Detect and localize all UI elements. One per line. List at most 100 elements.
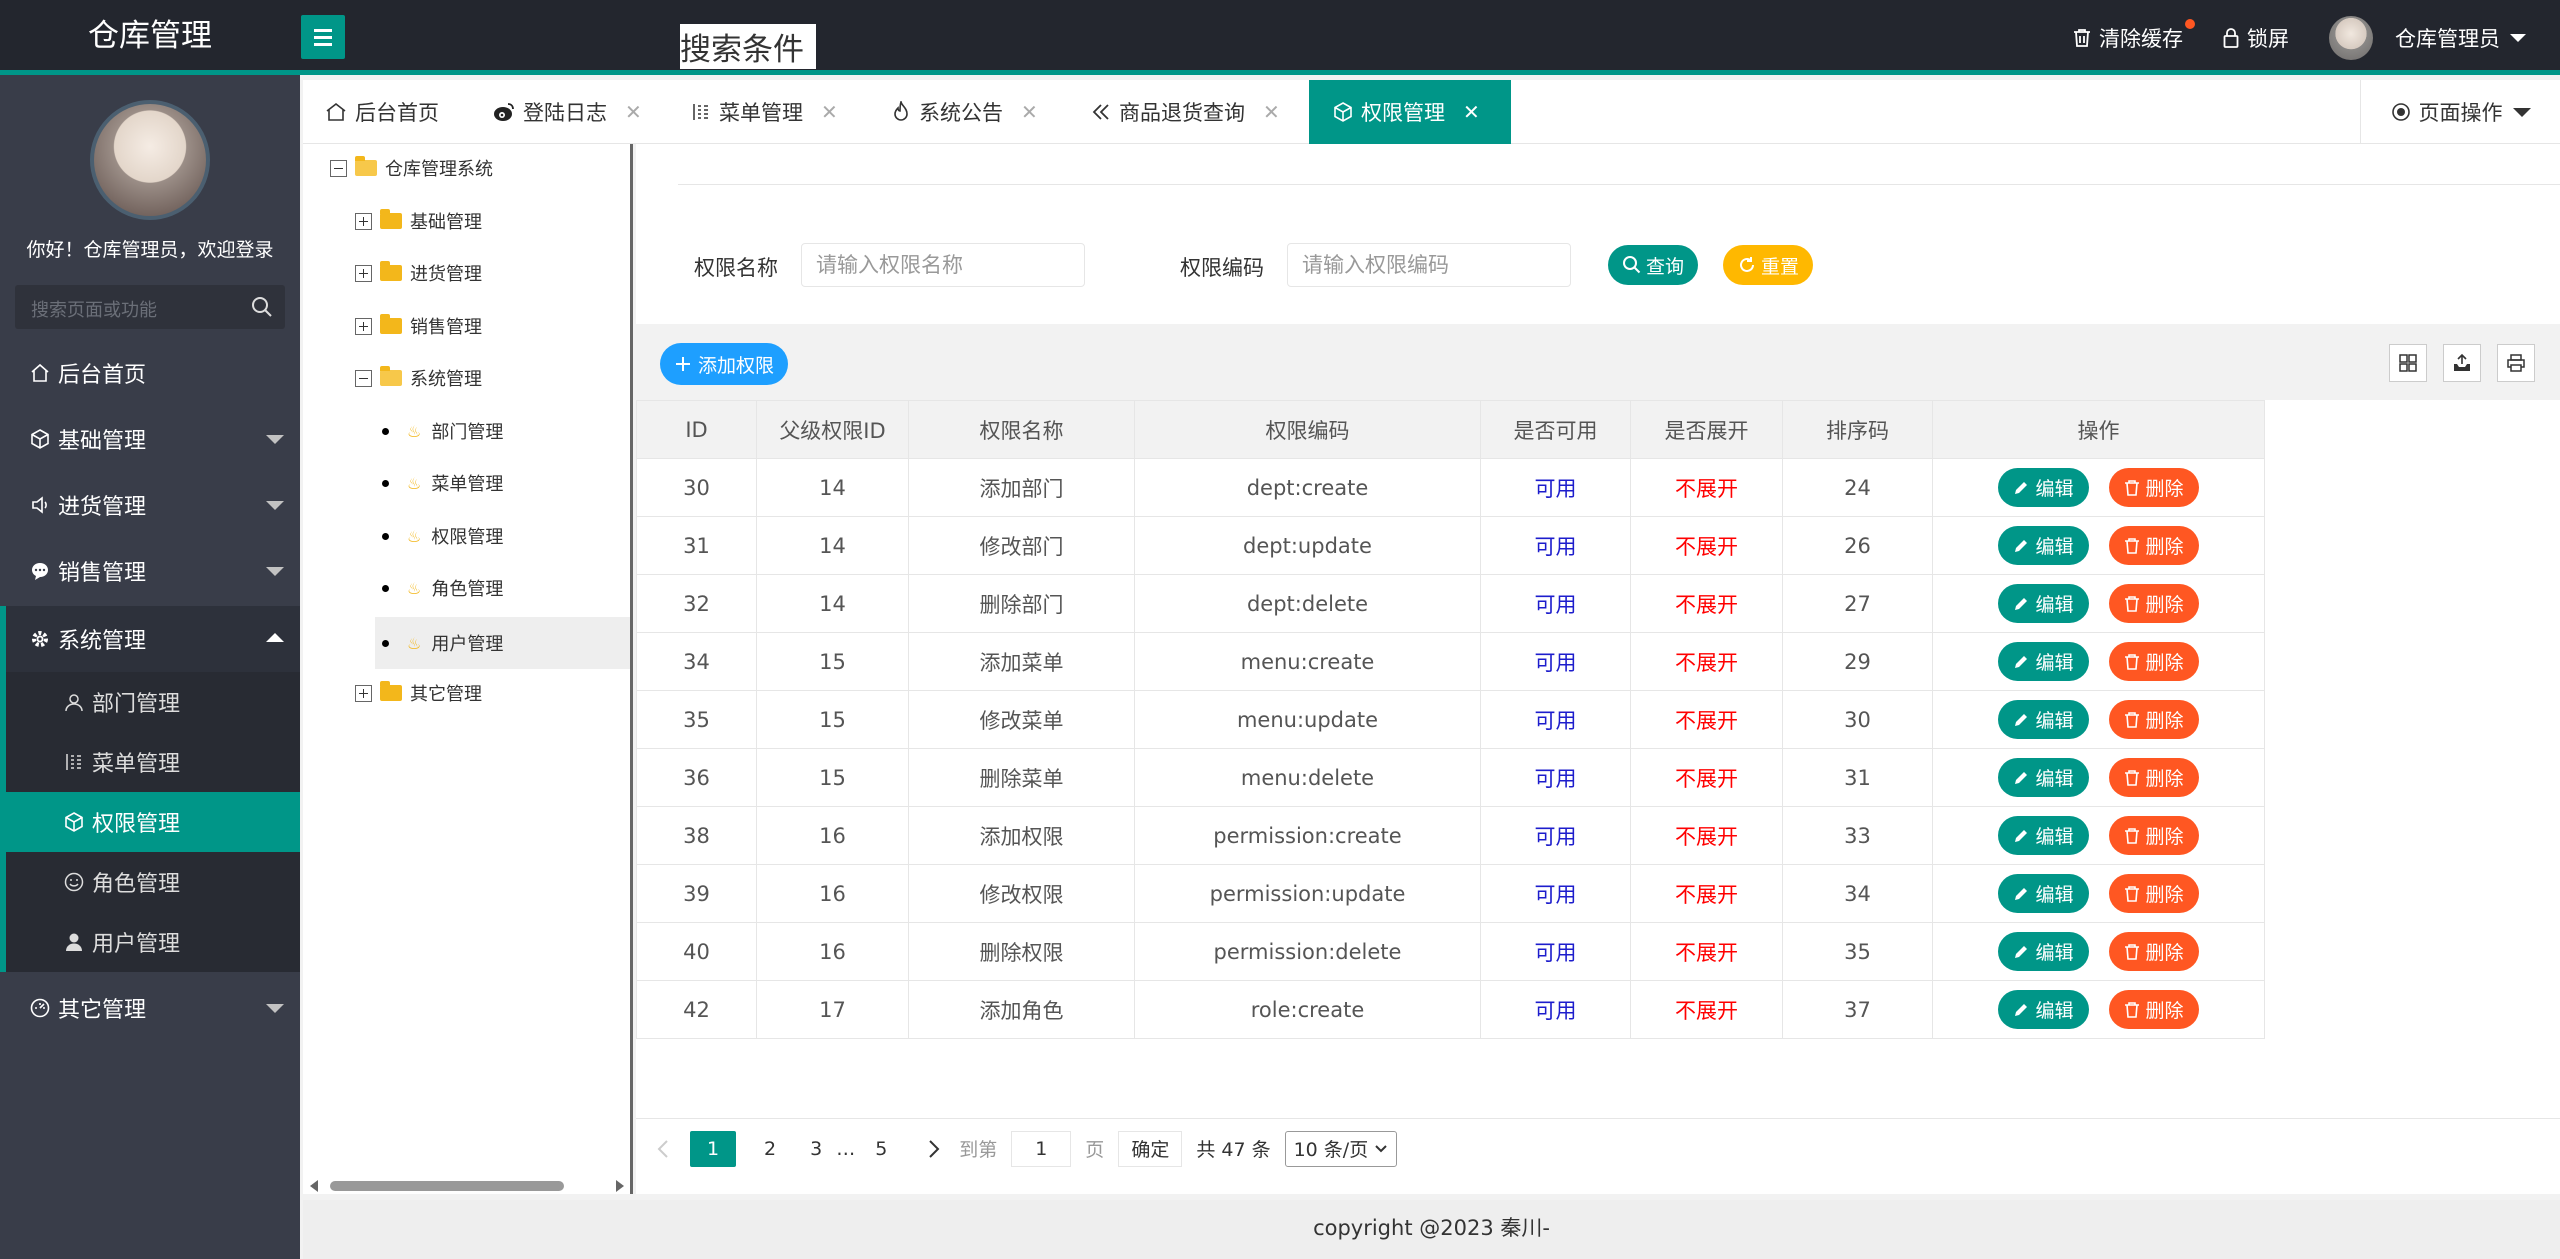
delete-button[interactable]: 删除 [2108,700,2199,739]
table-row[interactable]: 30 14 添加部门 dept:create 可用 不展开 24 编辑 删除 [636,458,2265,517]
collapse-icon[interactable] [355,369,372,387]
tree-leaf-user[interactable]: ♨ 用户管理 [375,617,630,669]
table-row[interactable]: 35 15 修改菜单 menu:update 可用 不展开 30 编辑 删除 [636,690,2265,749]
tree-leaf-department[interactable]: ♨ 部门管理 [382,414,503,448]
delete-button[interactable]: 删除 [2108,526,2199,565]
tree-horizontal-scrollbar[interactable] [308,1178,626,1192]
clear-cache-button[interactable]: 清除缓存 [2073,18,2195,53]
add-permission-button[interactable]: 添加权限 [660,343,789,385]
table-row[interactable]: 42 17 添加角色 role:create 可用 不展开 37 编辑 删除 [636,980,2265,1039]
sidebar-item-basic[interactable]: 基础管理 [0,406,300,472]
close-icon[interactable]: ✕ [1463,100,1480,124]
menu-toggle-button[interactable] [301,15,345,59]
tree-node-basic[interactable]: 基础管理 [355,204,482,238]
sidebar-subitem-role[interactable]: 角色管理 [0,852,300,912]
close-icon[interactable]: ✕ [625,100,642,124]
scroll-left-icon[interactable] [310,1180,318,1192]
tree-node-purchase[interactable]: 进货管理 [355,256,482,290]
delete-button[interactable]: 删除 [2108,642,2199,681]
col-name[interactable]: 权限名称 [908,400,1135,459]
table-row[interactable]: 40 16 删除权限 permission:delete 可用 不展开 35 编辑 删除 [636,922,2265,981]
tab-login-log[interactable]: 登陆日志 ✕ [493,80,642,144]
edit-button[interactable]: 编辑 [1998,816,2089,855]
sidebar-subitem-user[interactable]: 用户管理 [0,912,300,972]
tree-leaf-menu[interactable]: ♨ 菜单管理 [382,466,503,500]
delete-button[interactable]: 删除 [2108,468,2199,507]
next-page-icon[interactable] [927,1139,941,1159]
sidebar-item-home[interactable]: 后台首页 [0,340,300,406]
page-5[interactable]: 5 [875,1138,887,1160]
table-row[interactable]: 39 16 修改权限 permission:update 可用 不展开 34 编辑 删除 [636,864,2265,923]
goto-page-input[interactable]: 1 [1011,1130,1072,1167]
expand-icon[interactable] [355,317,372,335]
permission-code-input[interactable]: 请输入权限编码 [1287,243,1571,287]
header-avatar[interactable] [2329,15,2373,60]
tree-leaf-permission[interactable]: ♨ 权限管理 [382,519,503,553]
edit-button[interactable]: 编辑 [1998,700,2089,739]
tab-permission[interactable]: 权限管理 ✕ [1309,80,1511,144]
table-row[interactable]: 34 15 添加菜单 menu:create 可用 不展开 29 编辑 删除 [636,632,2265,691]
tree-leaf-role[interactable]: ♨ 角色管理 [382,571,503,605]
col-available[interactable]: 是否可用 [1480,400,1631,459]
search-icon[interactable] [251,296,273,318]
delete-button[interactable]: 删除 [2108,932,2199,971]
page-size-select[interactable]: 10 条/页 [1284,1130,1398,1167]
close-icon[interactable]: ✕ [1021,100,1038,124]
print-button[interactable] [2497,344,2535,382]
sidebar-item-purchase[interactable]: 进货管理 [0,472,300,538]
delete-button[interactable]: 删除 [2108,990,2199,1029]
prev-page-icon[interactable] [656,1139,670,1159]
app-logo[interactable]: 仓库管理 [0,0,300,75]
tab-home[interactable]: 后台首页 [325,80,461,144]
page-3[interactable]: 3 [810,1138,822,1160]
sidebar-subitem-department[interactable]: 部门管理 [0,672,300,732]
tab-return-query[interactable]: 商品退货查询 ✕ [1091,80,1280,144]
sidebar-subitem-permission[interactable]: 权限管理 [0,792,300,852]
col-code[interactable]: 权限编码 [1134,400,1481,459]
sidebar-subitem-menu[interactable]: 菜单管理 [0,732,300,792]
permission-name-input[interactable]: 请输入权限名称 [801,243,1085,287]
delete-button[interactable]: 删除 [2108,816,2199,855]
tab-announcement[interactable]: 系统公告 ✕ [891,80,1038,144]
close-icon[interactable]: ✕ [1263,100,1280,124]
edit-button[interactable]: 编辑 [1998,526,2089,565]
lock-screen-button[interactable]: 锁屏 [2223,23,2289,53]
tree-node-system[interactable]: 系统管理 [355,361,482,395]
col-order[interactable]: 排序码 [1782,400,1933,459]
edit-button[interactable]: 编辑 [1998,758,2089,797]
sidebar-item-sales[interactable]: 销售管理 [0,538,300,604]
delete-button[interactable]: 删除 [2108,584,2199,623]
expand-icon[interactable] [355,264,372,282]
expand-icon[interactable] [355,684,372,702]
query-button[interactable]: 查询 [1608,245,1699,285]
collapse-icon[interactable] [330,159,347,177]
tree-node-sales[interactable]: 销售管理 [355,309,482,343]
edit-button[interactable]: 编辑 [1998,468,2089,507]
table-row[interactable]: 32 14 删除部门 dept:delete 可用 不展开 27 编辑 删除 [636,574,2265,633]
sidebar-item-other[interactable]: 其它管理 [0,975,300,1041]
sidebar-search-input[interactable]: 搜索页面或功能 [15,285,285,329]
edit-button[interactable]: 编辑 [1998,642,2089,681]
page-operations-dropdown[interactable]: 页面操作 [2360,80,2560,144]
scroll-thumb[interactable] [330,1181,564,1191]
delete-button[interactable]: 删除 [2108,758,2199,797]
edit-button[interactable]: 编辑 [1998,874,2089,913]
edit-button[interactable]: 编辑 [1998,990,2089,1029]
col-parent-id[interactable]: 父级权限ID [756,400,909,459]
edit-button[interactable]: 编辑 [1998,932,2089,971]
user-menu[interactable]: 仓库管理员 [2395,23,2526,53]
tree-node-other[interactable]: 其它管理 [355,676,482,710]
export-button[interactable] [2443,344,2481,382]
table-row[interactable]: 38 16 添加权限 permission:create 可用 不展开 33 编辑 删除 [636,806,2265,865]
page-1[interactable]: 1 [690,1130,736,1167]
page-2[interactable]: 2 [764,1138,776,1160]
tree-root[interactable]: 仓库管理系统 [330,151,493,185]
col-id[interactable]: ID [636,400,757,459]
expand-icon[interactable] [355,212,372,230]
table-row[interactable]: 36 15 删除菜单 menu:delete 可用 不展开 31 编辑 删除 [636,748,2265,807]
reset-button[interactable]: 重置 [1723,245,1814,285]
edit-button[interactable]: 编辑 [1998,584,2089,623]
sidebar-item-system[interactable]: 系统管理 [0,606,300,672]
scroll-right-icon[interactable] [616,1180,624,1192]
goto-confirm-button[interactable]: 确定 [1118,1130,1183,1167]
